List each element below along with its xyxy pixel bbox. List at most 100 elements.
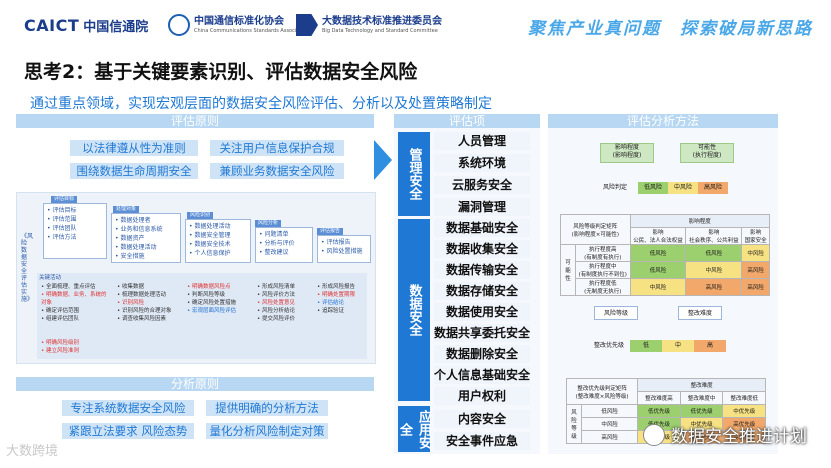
risk-matrix-col-header: 影响程度: [629, 214, 771, 228]
priority-matrix-cell: 低优先级: [679, 404, 724, 418]
diagram-tag: 风险分析: [255, 220, 282, 227]
watermark-logo: 大数跨境: [6, 444, 59, 459]
impact-box: 影响程度 (影响程度): [600, 143, 654, 163]
diagram-step-box: • 评估报告 • 风险处置措施: [317, 235, 371, 263]
assessment-item: 个人信息基础安全: [434, 366, 531, 384]
activity-list: • 形成风险清单 • 风险评价方法 • 风险处置意见 • 风险分析结论 • 提交…: [257, 283, 313, 323]
activity-item: • 建立风险准则: [41, 348, 79, 354]
principle-pill: 提供明确的分析方法: [206, 400, 328, 416]
diagram-item: • 数据安全管理: [189, 232, 231, 239]
analysis-method-label: 评估分析方法: [626, 114, 699, 128]
category-application-security: 应用安全: [397, 406, 431, 452]
principle-pill: 围绕数据生命周期安全: [70, 163, 198, 179]
principle-pill: 量化分析风险制定对策: [206, 423, 328, 439]
activity-item: • 调查收集风险因素: [117, 316, 166, 322]
risk-matrix-cell: 低风险: [629, 244, 687, 262]
bigdata-committee-logo: 大数据技术标准推进委员会 Big Data Technology and Sta…: [296, 12, 442, 38]
key-activities-title: 关键活动: [39, 275, 62, 281]
slogan: 聚焦产业真问题 探索破局新思路: [528, 19, 813, 39]
activity-item: • 确定评估范围: [41, 308, 79, 314]
assessment-item: 数据使用安全: [434, 303, 530, 321]
diagram-item: • 个人信息保护: [189, 250, 231, 257]
activity-item: • 形成风险清单: [257, 284, 295, 290]
diagram-tag: 风险识别: [187, 212, 214, 219]
diagram-item: • 评估范围: [47, 216, 77, 223]
assessment-item: 数据存储安全: [434, 282, 530, 300]
diagram-step-box: • 评估目标 • 评估范围 • 评估团队 • 评估方法: [43, 203, 107, 259]
category-data-security: 数据安全: [398, 219, 430, 401]
ccsa-logo: 中国通信标准化协会 China Communications Standards…: [168, 12, 309, 38]
priority-mid-badge: 中: [662, 340, 694, 352]
activity-item: • 梳理数据处理活动: [117, 292, 166, 298]
activity-list: • 明确风险级别 • 建立风险准则: [41, 339, 111, 355]
priority-matrix-row-label: 高风险: [580, 430, 639, 444]
activity-item: • 明确数据风险点: [187, 284, 231, 290]
activity-list: • 全面梳理、重点评估 • 明确数据、业务、系统的对象 • 确定评估范围 • 组…: [41, 283, 111, 323]
activity-item: • 确定风险处置措施: [187, 300, 236, 306]
bigdata-mark-icon: [296, 14, 318, 36]
diagram-item: • 风险处置措施: [321, 248, 363, 255]
risk-matrix-col: 影响 社会秩序、公共利益: [685, 227, 743, 245]
diagram-tag: 评估目标: [51, 196, 78, 203]
caict-wordmark: CAICT: [24, 15, 80, 35]
activity-list: • 明确数据风险点 • 判断风险等级 • 确定风险处置措施 • 宏观层面风险评估: [187, 283, 251, 315]
activity-item: • 判断风险等级: [187, 292, 225, 298]
category-management-security: 管理安全: [398, 132, 430, 216]
diagram-item: • 评估目标: [47, 207, 77, 214]
diagram-item: • 数据处理者: [115, 217, 151, 224]
diagram-tag: 评估报告: [317, 228, 344, 235]
activity-item: • 明确风险级别: [41, 340, 79, 346]
wechat-icon: [643, 423, 665, 446]
analysis-principles-header: 分析原则: [16, 377, 374, 391]
diagram-item: • 分析与评价: [259, 240, 295, 247]
diagram-item: • 数据处理活动: [189, 223, 231, 230]
priority-matrix-cell: 中优先级: [722, 404, 766, 418]
priority-matrix-cell: 低优先级: [637, 404, 681, 418]
risk-judge-label: 风险判定: [602, 184, 627, 191]
risk-matrix-table: 风险等级判定矩阵 (影响程度×可能性) 影响程度 影响 公民、法人合法权益 影响…: [560, 214, 771, 296]
activity-item: • 追踪验证: [317, 308, 344, 314]
bigdata-name-en: Big Data Technology and Standard Committ…: [322, 27, 438, 34]
priority-matrix-col: 整改难度高: [637, 391, 681, 405]
activity-item: • 风险处置意见: [257, 300, 295, 306]
risk-matrix-row-header: 可能性: [560, 244, 576, 296]
risk-matrix-title: 风险等级判定矩阵 (影响程度×可能性): [560, 214, 631, 245]
activity-list: • 收集数据 • 梳理数据处理活动 • 识别风险 • 识别风险的合理对象 • 调…: [117, 283, 181, 323]
principle-pill: 紧跟立法要求 风险态势: [62, 423, 194, 439]
assessment-item: 用户权利: [434, 387, 530, 405]
assessment-item: 人员管理: [434, 132, 530, 150]
principle-pill: 关注用户信息保护合规: [210, 140, 344, 156]
activity-item: • 宏观层面风险评估: [187, 308, 236, 314]
possibility-box: 可能性 (执行程度): [680, 143, 734, 163]
ccsa-mark-icon: [168, 14, 190, 36]
diagram-item: • 整改建议: [259, 249, 289, 256]
activity-item: • 明确处置期限: [317, 292, 355, 298]
diagram-item: • 数据安全技术: [189, 241, 231, 248]
caict-cn-name: 中国信通院: [83, 19, 149, 35]
evaluation-principles-label: 评估原则: [170, 114, 219, 128]
caict-logo: CAICT 中国信通院: [24, 12, 148, 38]
wechat-account-name: 数据安全推进计划: [671, 427, 807, 447]
activity-item: • 识别风险的合理对象: [117, 308, 172, 314]
assessment-item: 安全事件应急: [434, 432, 530, 450]
activity-item: • 收集数据: [117, 284, 144, 290]
page-subtitle: 通过重点领域，实现宏观层面的数据安全风险评估、分析以及处置策略制定: [30, 96, 492, 112]
activity-item: • 评估结论: [317, 300, 344, 306]
priority-high-badge: 高: [694, 340, 726, 352]
activity-item: • 形成风险报告: [317, 284, 355, 290]
assessment-process-diagram: 《风险数据安全评估实施》 评估目标 处理对象 风险识别 风险分析 评估报告 • …: [16, 192, 376, 364]
diagram-step-box: • 数据处理活动 • 数据安全管理 • 数据安全技术 • 个人信息保护: [185, 219, 251, 263]
priority-matrix-col: 整改难度低: [722, 391, 766, 405]
risk-matrix-col: 影响 公民、法人合法权益: [629, 227, 687, 245]
principle-pill: 以法律遵从性为准则: [70, 140, 198, 156]
risk-matrix-col: 影响 国家安全: [741, 227, 770, 245]
priority-matrix-row-header: 风险等级: [566, 404, 582, 444]
bigdata-name: 大数据技术标准推进委员会: [322, 15, 442, 27]
priority-low-badge: 低: [630, 340, 662, 352]
diagram-item: • 数据处理活动: [115, 244, 157, 251]
activity-item: • 组建评估团队: [41, 316, 79, 322]
risk-matrix-row-label: 执行程度中 (有制度执行不到位): [575, 261, 631, 279]
priority-matrix-row-label: 低风险: [580, 404, 639, 418]
analysis-method-header: 评估分析方法: [548, 114, 778, 128]
assessment-items-header: 评估项: [394, 114, 540, 128]
